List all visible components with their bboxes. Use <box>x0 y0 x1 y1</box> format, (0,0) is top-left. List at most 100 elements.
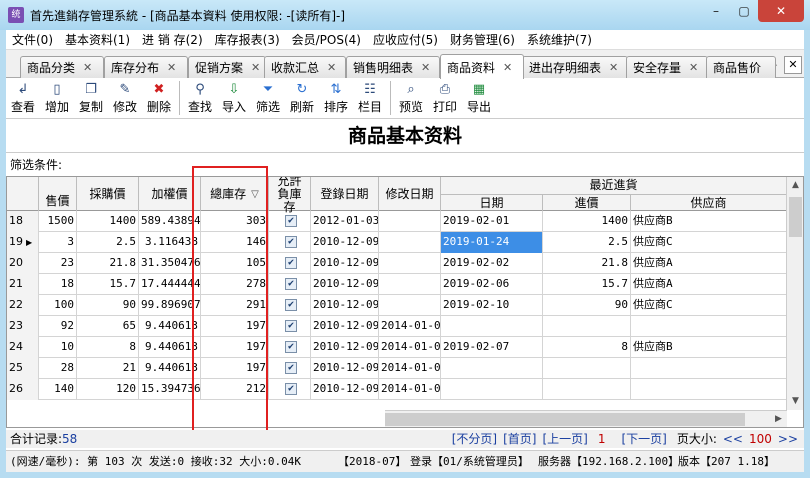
allow-negative-checkbox[interactable]: ✔ <box>285 299 297 311</box>
allow-negative-checkbox[interactable]: ✔ <box>285 215 297 227</box>
menu-item-4[interactable]: 会员/POS(4) <box>286 31 367 48</box>
cell-avg_cost[interactable]: 9.440613 <box>139 358 201 379</box>
filter-button[interactable]: ⏷ 筛选 <box>251 78 285 115</box>
tab-close-icon[interactable]: ✕ <box>421 61 430 74</box>
header-purchase-price[interactable]: 採購價 <box>77 177 139 211</box>
cell-supplier[interactable]: 供应商A <box>631 274 787 295</box>
cell-supplier[interactable] <box>631 316 787 337</box>
allow-negative-checkbox[interactable]: ✔ <box>285 236 297 248</box>
columns-button[interactable]: ☷ 栏目 <box>353 78 387 115</box>
cell-stock[interactable]: 303 <box>201 211 269 232</box>
allow-negative-checkbox[interactable]: ✔ <box>285 320 297 332</box>
tab-7[interactable]: 安全存量 ✕ <box>626 56 708 78</box>
table-row[interactable]: 26 140 120 15.394736 212 ✔ 2010-12-09 2014-01-0… <box>7 379 787 400</box>
cell-purchase[interactable]: 1400 <box>77 211 139 232</box>
scroll-up-icon[interactable]: ▲ <box>787 177 803 194</box>
table-row[interactable]: 24 10 8 9.440613 197 ✔ 2010-12-09 2014-01-01 201… <box>7 337 787 358</box>
menu-item-3[interactable]: 库存报表(3) <box>209 31 286 48</box>
cell-avg_cost[interactable]: 31.350476 <box>139 253 201 274</box>
cell-retail[interactable]: 1500 <box>39 211 77 232</box>
tab-1[interactable]: 库存分布 ✕ <box>104 56 188 78</box>
no-paging-link[interactable]: [不分页] <box>452 430 497 448</box>
cell-reg[interactable]: 2012-01-03 <box>311 211 379 232</box>
cell-mod[interactable] <box>379 295 441 316</box>
close-button[interactable]: ✕ <box>758 0 804 22</box>
cell-rprice[interactable] <box>543 379 631 400</box>
cell-retail[interactable]: 140 <box>39 379 77 400</box>
cell-purchase[interactable]: 15.7 <box>77 274 139 295</box>
cell-retail[interactable]: 92 <box>39 316 77 337</box>
cell-supplier[interactable]: 供应商A <box>631 253 787 274</box>
cell-rprice[interactable]: 90 <box>543 295 631 316</box>
cell-purchase[interactable]: 120 <box>77 379 139 400</box>
cell-allow-negative[interactable]: ✔ <box>269 253 311 274</box>
cell-supplier[interactable]: 供应商B <box>631 337 787 358</box>
cell-allow-negative[interactable]: ✔ <box>269 274 311 295</box>
cell-mod[interactable]: 2014-01-01 <box>379 358 441 379</box>
cell-stock[interactable]: 197 <box>201 337 269 358</box>
tab-close-icon[interactable]: ✕ <box>327 61 336 74</box>
cell-avg_cost[interactable]: 15.394736 <box>139 379 201 400</box>
scroll-down-icon[interactable]: ▼ <box>787 393 803 410</box>
sort-button[interactable]: ⇅ 排序 <box>319 78 353 115</box>
row-number[interactable]: 21 <box>7 274 39 295</box>
first-page-link[interactable]: [首页] <box>503 430 536 448</box>
menu-item-0[interactable]: 文件(0) <box>6 31 59 48</box>
cell-allow-negative[interactable]: ✔ <box>269 295 311 316</box>
tab-close-icon[interactable]: ✕ <box>609 61 618 74</box>
menu-item-5[interactable]: 应收应付(5) <box>367 31 444 48</box>
tab-close-icon[interactable]: ✕ <box>503 61 512 74</box>
allow-negative-checkbox[interactable]: ✔ <box>285 257 297 269</box>
next-page-link[interactable]: [下一页] <box>621 430 666 448</box>
cell-purchase[interactable]: 21 <box>77 358 139 379</box>
header-recent-supplier[interactable]: 供应商 <box>631 194 787 211</box>
header-recent-date[interactable]: 日期 <box>441 194 543 211</box>
allow-negative-checkbox[interactable]: ✔ <box>285 362 297 374</box>
print-button[interactable]: ⎙ 打印 <box>428 78 462 115</box>
cell-reg[interactable]: 2010-12-09 <box>311 316 379 337</box>
cell-rdate[interactable] <box>441 358 543 379</box>
tab-6[interactable]: 进出存明细表 ✕ <box>522 56 628 78</box>
cell-rdate[interactable]: 2019-02-07 <box>441 337 543 358</box>
cell-allow-negative[interactable]: ✔ <box>269 379 311 400</box>
cell-allow-negative[interactable]: ✔ <box>269 358 311 379</box>
cell-rprice[interactable]: 2.5 <box>543 232 631 253</box>
tab-0[interactable]: 商品分类 ✕ <box>20 56 104 78</box>
cell-rdate[interactable] <box>441 316 543 337</box>
cell-purchase[interactable]: 90 <box>77 295 139 316</box>
cell-reg[interactable]: 2010-12-09 <box>311 274 379 295</box>
cell-retail[interactable]: 100 <box>39 295 77 316</box>
edit-button[interactable]: ✎ 修改 <box>108 78 142 115</box>
scroll-right-icon[interactable]: ▶ <box>770 411 787 427</box>
maximize-button[interactable]: ▢ <box>730 0 758 22</box>
cell-rdate[interactable]: 2019-01-24 <box>441 232 543 253</box>
row-number[interactable]: 23 <box>7 316 39 337</box>
add-button[interactable]: ▯ 增加 <box>40 78 74 115</box>
export-button[interactable]: ▦ 导出 <box>462 78 496 115</box>
table-row[interactable]: 23 92 65 9.440613 197 ✔ 2010-12-09 2014-01-01 <box>7 316 787 337</box>
cell-reg[interactable]: 2010-12-09 <box>311 379 379 400</box>
prev-page-link[interactable]: [上一页] <box>542 430 587 448</box>
cell-allow-negative[interactable]: ✔ <box>269 316 311 337</box>
allow-negative-checkbox[interactable]: ✔ <box>285 341 297 353</box>
find-button[interactable]: ⚲ 查找 <box>183 78 217 115</box>
cell-mod[interactable] <box>379 232 441 253</box>
header-recent-price[interactable]: 進價 <box>543 194 631 211</box>
cell-retail[interactable]: 28 <box>39 358 77 379</box>
cell-purchase[interactable]: 8 <box>77 337 139 358</box>
tab-close-icon[interactable]: ✕ <box>689 61 698 74</box>
header-allow-negative[interactable]: 允許負庫存 <box>269 177 311 213</box>
refresh-button[interactable]: ↻ 刷新 <box>285 78 319 115</box>
cell-reg[interactable]: 2010-12-09 <box>311 337 379 358</box>
page-size-decrease[interactable]: << <box>723 430 743 448</box>
copy-button[interactable]: ❐ 复制 <box>74 78 108 115</box>
row-number[interactable]: 25 <box>7 358 39 379</box>
tab-5[interactable]: 商品资料 ✕ <box>440 54 524 79</box>
cell-reg[interactable]: 2010-12-09 <box>311 232 379 253</box>
cell-rprice[interactable] <box>543 358 631 379</box>
allow-negative-checkbox[interactable]: ✔ <box>285 383 297 395</box>
minimize-button[interactable]: – <box>702 0 730 22</box>
cell-retail[interactable]: 18 <box>39 274 77 295</box>
cell-rprice[interactable]: 15.7 <box>543 274 631 295</box>
cell-supplier[interactable]: 供应商C <box>631 232 787 253</box>
